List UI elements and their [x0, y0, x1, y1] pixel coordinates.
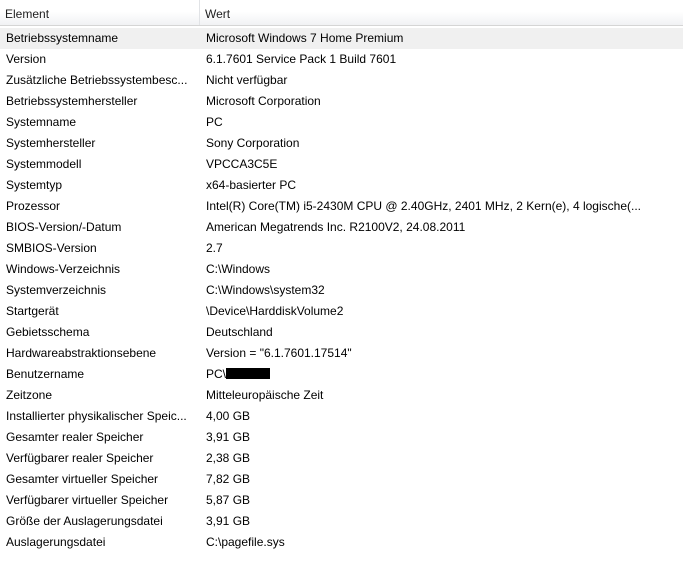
table-row[interactable]: Gesamter virtueller Speicher 7,82 GB [0, 469, 683, 490]
row-value: American Megatrends Inc. R2100V2, 24.08.… [206, 220, 466, 234]
table-row[interactable]: Systemhersteller Sony Corporation [0, 133, 683, 154]
row-value: 2.7 [206, 241, 223, 255]
table-row[interactable]: Gebietsschema Deutschland [0, 322, 683, 343]
table-row[interactable]: Benutzername PC\ [0, 364, 683, 385]
row-element: SMBIOS-Version [6, 241, 97, 255]
row-element: Systemmodell [6, 157, 82, 171]
table-row[interactable]: Hardwareabstraktionsebene Version = "6.1… [0, 343, 683, 364]
table-row[interactable]: Windows-Verzeichnis C:\Windows [0, 259, 683, 280]
row-element: Installierter physikalischer Speic... [6, 409, 187, 423]
row-element: Windows-Verzeichnis [6, 262, 121, 276]
row-element: Systemverzeichnis [6, 283, 107, 297]
row-element: Betriebssystemname [6, 31, 119, 45]
row-element: Systemtyp [6, 178, 63, 192]
row-value: Microsoft Windows 7 Home Premium [206, 31, 404, 45]
row-element: Benutzername [6, 367, 85, 381]
table-row[interactable]: Gesamter realer Speicher 3,91 GB [0, 427, 683, 448]
row-element: Verfügbarer realer Speicher [6, 451, 154, 465]
table-row[interactable]: Verfügbarer virtueller Speicher 5,87 GB [0, 490, 683, 511]
row-value: x64-basierter PC [206, 178, 297, 192]
row-element: Systemname [6, 115, 77, 129]
row-element: Gesamter realer Speicher [6, 430, 144, 444]
username-prefix: PC\ [206, 367, 227, 381]
row-value: 5,87 GB [206, 493, 251, 507]
row-element: Version [6, 52, 47, 66]
row-value: C:\Windows\system32 [206, 283, 325, 297]
row-value: \Device\HarddiskVolume2 [206, 304, 344, 318]
row-value: PC\ [206, 364, 666, 385]
table-row[interactable]: Zeitzone Mitteleuropäische Zeit [0, 385, 683, 406]
row-element: BIOS-Version/-Datum [6, 220, 122, 234]
table-row[interactable]: Betriebssystemname Microsoft Windows 7 H… [0, 28, 683, 49]
table-row[interactable]: Prozessor Intel(R) Core(TM) i5-2430M CPU… [0, 196, 683, 217]
column-header-wert[interactable]: Wert [200, 0, 683, 25]
row-element: Größe der Auslagerungsdatei [6, 514, 163, 528]
row-element: Gebietsschema [6, 325, 90, 339]
table-row[interactable]: Installierter physikalischer Speic... 4,… [0, 406, 683, 427]
table-row[interactable]: Startgerät \Device\HarddiskVolume2 [0, 301, 683, 322]
row-element: Gesamter virtueller Speicher [6, 472, 159, 486]
column-header-element[interactable]: Element [0, 0, 200, 25]
row-element: Auslagerungsdatei [6, 535, 106, 549]
system-info-list: Element Wert Betriebssystemname Microsof… [0, 0, 683, 568]
row-element: Systemhersteller [6, 136, 96, 150]
row-value: Microsoft Corporation [206, 94, 321, 108]
row-value: 7,82 GB [206, 472, 251, 486]
table-row[interactable]: Betriebssystemhersteller Microsoft Corpo… [0, 91, 683, 112]
table-row[interactable]: BIOS-Version/-Datum American Megatrends … [0, 217, 683, 238]
row-element: Hardwareabstraktionsebene [6, 346, 157, 360]
row-value: Nicht verfügbar [206, 73, 288, 87]
row-value: 3,91 GB [206, 430, 251, 444]
redacted-username-block [226, 368, 271, 379]
table-row[interactable]: Größe der Auslagerungsdatei 3,91 GB [0, 511, 683, 532]
row-element: Zusätzliche Betriebssystembesc... [6, 73, 188, 87]
row-value: 6.1.7601 Service Pack 1 Build 7601 [206, 52, 397, 66]
column-header-bar: Element Wert [0, 0, 683, 26]
row-value: PC [206, 115, 223, 129]
row-value: C:\pagefile.sys [206, 535, 285, 549]
rows-container: Betriebssystemname Microsoft Windows 7 H… [0, 28, 683, 553]
table-row[interactable]: Auslagerungsdatei C:\pagefile.sys [0, 532, 683, 553]
row-value: 4,00 GB [206, 409, 251, 423]
row-element: Prozessor [6, 199, 61, 213]
row-value: 2,38 GB [206, 451, 251, 465]
row-value: Deutschland [206, 325, 273, 339]
row-value: C:\Windows [206, 262, 271, 276]
table-row[interactable]: Systemtyp x64-basierter PC [0, 175, 683, 196]
row-value: Version = "6.1.7601.17514" [206, 346, 352, 360]
row-value: Mitteleuropäische Zeit [206, 388, 324, 402]
row-element: Verfügbarer virtueller Speicher [6, 493, 169, 507]
row-element: Startgerät [6, 304, 59, 318]
table-row[interactable]: Systemmodell VPCCA3C5E [0, 154, 683, 175]
row-element: Zeitzone [6, 388, 53, 402]
row-value: VPCCA3C5E [206, 157, 278, 171]
row-value: Intel(R) Core(TM) i5-2430M CPU @ 2.40GHz… [206, 199, 641, 213]
table-row[interactable]: Systemname PC [0, 112, 683, 133]
table-row[interactable]: SMBIOS-Version 2.7 [0, 238, 683, 259]
table-row[interactable]: Zusätzliche Betriebssystembesc... Nicht … [0, 70, 683, 91]
table-row[interactable]: Verfügbarer realer Speicher 2,38 GB [0, 448, 683, 469]
row-value: 3,91 GB [206, 514, 251, 528]
row-value: Sony Corporation [206, 136, 300, 150]
row-element: Betriebssystemhersteller [6, 94, 138, 108]
table-row[interactable]: Systemverzeichnis C:\Windows\system32 [0, 280, 683, 301]
table-row[interactable]: Version 6.1.7601 Service Pack 1 Build 76… [0, 49, 683, 70]
